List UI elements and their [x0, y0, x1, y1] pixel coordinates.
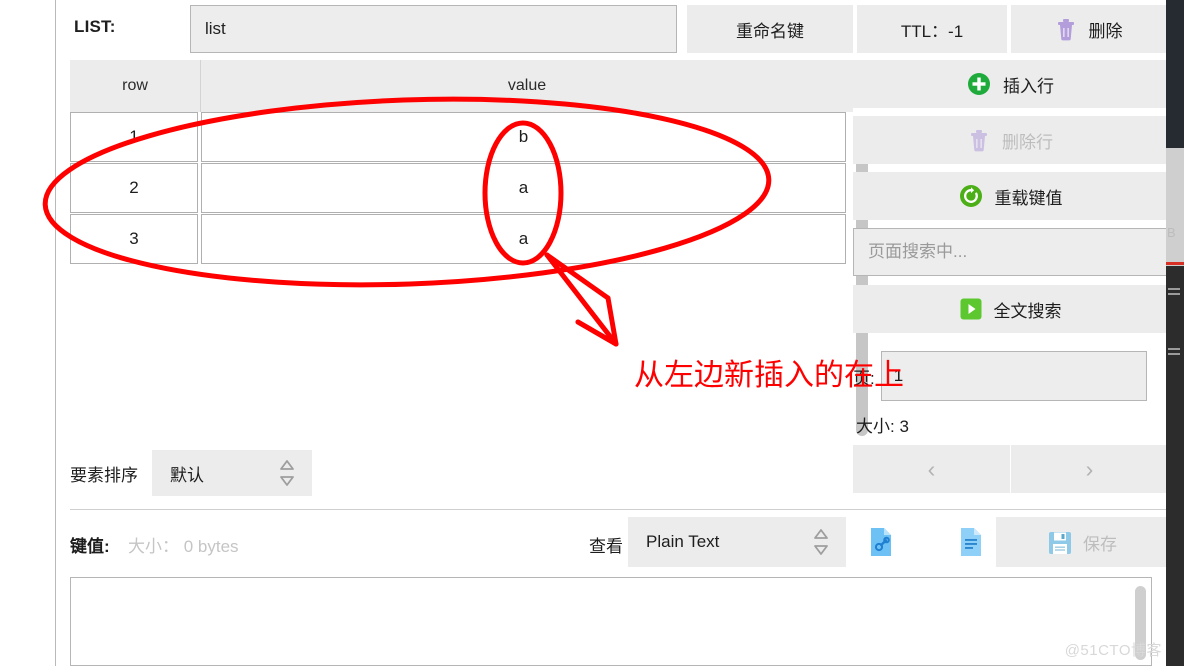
- page-number-input[interactable]: 1: [880, 351, 1147, 401]
- chevron-right-icon: ›: [1085, 455, 1094, 482]
- play-icon: [960, 298, 982, 320]
- list-size-label: 大小: 3: [856, 417, 909, 436]
- column-header-row: row: [122, 77, 148, 94]
- rename-key-label: 重命名键: [736, 21, 804, 41]
- page-search-input[interactable]: 页面搜索中...: [853, 228, 1168, 276]
- cell-row-index[interactable]: 3: [70, 214, 198, 264]
- trash-icon: [1055, 17, 1077, 41]
- rename-key-button[interactable]: 重命名键: [687, 5, 853, 53]
- side-controls: 插入行 删除行 重载键值 页面搜索中... 全文搜索 页: 1 大小: 3 ‹ …: [853, 60, 1168, 500]
- view-mode-value: Plain Text: [646, 532, 720, 551]
- reload-icon: [959, 184, 983, 208]
- key-detail-pane: LIST: list 重命名键 TTL：-1 删除 row value 1 b …: [56, 0, 1168, 666]
- document-link-icon: [866, 526, 896, 563]
- insert-row-label: 插入行: [1003, 76, 1054, 96]
- left-gutter: [0, 0, 56, 666]
- insert-row-button[interactable]: 插入行: [853, 60, 1168, 108]
- delete-row-label: 删除行: [1002, 132, 1053, 152]
- bg-strip-bottom: [1166, 266, 1184, 666]
- page-label: 页:: [853, 368, 875, 388]
- cell-row-value[interactable]: b: [201, 112, 846, 162]
- bg-strip-bars: [1168, 288, 1180, 298]
- key-name-input[interactable]: list: [190, 5, 677, 53]
- key-type-label: LIST:: [74, 17, 116, 36]
- value-toolbar: 键值: 大小： 0 bytes 查看 Plain Text 保存: [56, 515, 1168, 573]
- stepper-updown-icon: [812, 527, 830, 557]
- table-row[interactable]: 2a: [70, 163, 853, 213]
- cell-row-value[interactable]: a: [201, 163, 846, 213]
- bg-strip-redline: [1166, 262, 1184, 265]
- value-editor-textarea[interactable]: [70, 577, 1152, 666]
- element-sort-select[interactable]: 默认: [152, 450, 312, 496]
- bg-strip-text: B: [1167, 225, 1176, 240]
- trash-icon: [968, 128, 990, 152]
- key-toolbar: LIST: list 重命名键 TTL：-1 删除: [56, 0, 1168, 58]
- column-header-value: value: [507, 77, 547, 94]
- view-mode-select[interactable]: Plain Text: [628, 517, 846, 567]
- cell-row-value[interactable]: a: [201, 214, 846, 264]
- value-size-label: 大小： 0 bytes: [128, 537, 239, 556]
- section-divider: [70, 509, 1168, 510]
- fulltext-search-button[interactable]: 全文搜索: [853, 285, 1168, 333]
- editor-scrollbar-thumb[interactable]: [1135, 586, 1146, 660]
- delete-key-label: 删除: [1088, 21, 1123, 41]
- table-row[interactable]: 3a: [70, 214, 853, 264]
- chevron-left-icon: ‹: [927, 455, 936, 482]
- document-text-icon-button[interactable]: [952, 525, 990, 563]
- app-window: LIST: list 重命名键 TTL：-1 删除 row value 1 b …: [0, 0, 1184, 666]
- prev-page-button[interactable]: ‹: [853, 445, 1010, 493]
- bg-strip-top: [1166, 0, 1184, 148]
- next-page-button[interactable]: ›: [1011, 445, 1168, 493]
- value-label: 键值:: [70, 537, 110, 556]
- page-search-placeholder: 页面搜索中...: [868, 242, 968, 261]
- element-sort-label: 要素排序: [70, 465, 138, 485]
- background-window-strip: B: [1166, 0, 1184, 666]
- document-text-icon: [956, 526, 986, 563]
- table-body: 1b2a3a: [70, 112, 853, 445]
- reload-value-label: 重载键值: [994, 188, 1063, 208]
- delete-key-button[interactable]: 删除: [1011, 5, 1166, 53]
- plus-circle-icon: [967, 72, 991, 96]
- view-mode-label: 查看: [589, 537, 623, 556]
- document-link-icon-button[interactable]: [862, 525, 900, 563]
- pagination: ‹ ›: [853, 445, 1168, 493]
- save-value-button[interactable]: 保存: [996, 517, 1168, 567]
- page-number-row: 页: 1: [853, 350, 1168, 402]
- delete-row-button[interactable]: 删除行: [853, 116, 1168, 164]
- element-sort-value: 默认: [170, 465, 204, 485]
- stepper-updown-icon: [278, 458, 296, 488]
- fulltext-search-label: 全文搜索: [993, 301, 1062, 321]
- floppy-save-icon: [1047, 530, 1071, 554]
- bg-strip-bars-2: [1168, 348, 1180, 358]
- save-value-label: 保存: [1083, 534, 1117, 554]
- table-header: row value: [70, 60, 853, 112]
- ttl-label: TTL：-1: [900, 21, 964, 41]
- table-row[interactable]: 1b: [70, 112, 853, 162]
- element-sort-row: 要素排序 默认: [70, 450, 312, 496]
- cell-row-index[interactable]: 1: [70, 112, 198, 162]
- ttl-button[interactable]: TTL：-1: [857, 5, 1007, 53]
- cell-row-index[interactable]: 2: [70, 163, 198, 213]
- list-table: row value 1b2a3a: [70, 60, 853, 445]
- bg-strip-mid: [1166, 148, 1184, 266]
- reload-value-button[interactable]: 重载键值: [853, 172, 1168, 220]
